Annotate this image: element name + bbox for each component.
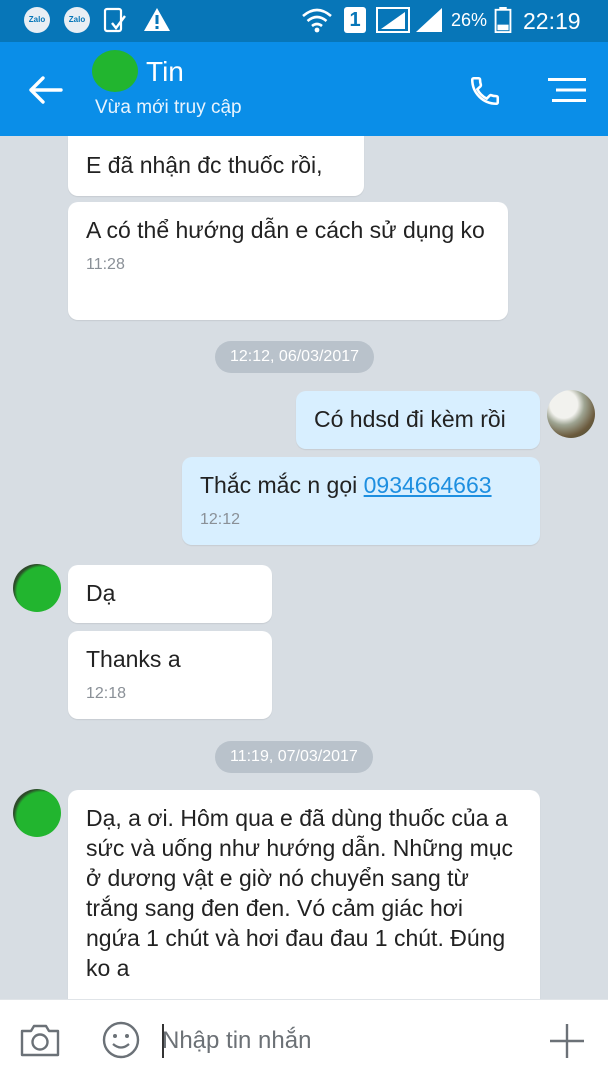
presence-status: Vừa mới truy cập [95, 97, 242, 118]
battery-percent: 26% [451, 10, 488, 30]
date-divider: 11:19, 07/03/2017 [215, 741, 373, 773]
message-text: Có hdsd đi kèm rồi [314, 406, 506, 432]
message-time: 11:28 [86, 256, 125, 273]
message-text: A có thể hướng dẫn e cách sử dụng ko [86, 217, 485, 243]
message-text: Thanks a [86, 646, 181, 672]
back-arrow-icon[interactable] [27, 75, 63, 105]
outgoing-message-bubble[interactable]: Thắc mắc n gọi 0934664663 12:12 [182, 457, 540, 545]
wifi-icon [302, 8, 332, 33]
contact-name[interactable]: Tin [146, 56, 184, 88]
signal-strength-icon [416, 8, 442, 32]
camera-icon[interactable] [19, 1022, 61, 1058]
phone-icon[interactable] [468, 74, 502, 108]
message-input[interactable]: Nhập tin nhắn [162, 1027, 311, 1055]
message-time: 12:12 [200, 511, 241, 528]
message-text: Dạ, a ơi. Hôm qua e đã dùng thuốc của a … [86, 805, 514, 981]
my-avatar[interactable] [547, 390, 595, 438]
contact-avatar[interactable] [13, 789, 61, 837]
message-composer: Nhập tin nhắn [0, 999, 608, 1080]
zalo-notification-icon: Zalo [24, 7, 50, 33]
incoming-message-bubble[interactable]: Thanks a 12:18 [68, 631, 272, 719]
message-text: E đã nhận đc thuốc rồi, [86, 152, 323, 178]
emoji-icon[interactable] [101, 1020, 141, 1060]
phone-number-link[interactable]: 0934664663 [364, 472, 492, 498]
date-divider: 12:12, 06/03/2017 [215, 341, 375, 373]
incoming-message-bubble[interactable]: Dạ [68, 565, 272, 623]
menu-icon[interactable] [548, 76, 586, 104]
battery-icon [494, 7, 512, 33]
clock: 22:19 [523, 8, 581, 34]
incoming-message-bubble[interactable]: A có thể hướng dẫn e cách sử dụng ko 11:… [68, 202, 508, 320]
clipboard-check-icon [103, 7, 126, 33]
incoming-message-bubble[interactable]: Dạ, a ơi. Hôm qua e đã dùng thuốc của a … [68, 790, 540, 999]
message-text: Dạ [86, 580, 116, 606]
status-bar: Zalo Zalo 1 26% 22:19 [0, 0, 608, 42]
incoming-message-bubble[interactable]: E đã nhận đc thuốc rồi, [68, 136, 364, 196]
sim-slot-icon: 1 [344, 7, 366, 33]
plus-icon[interactable] [548, 1022, 586, 1060]
message-time: 12:18 [86, 685, 127, 702]
zalo-notification-icon: Zalo [64, 7, 90, 33]
warning-icon [144, 8, 170, 31]
message-list[interactable]: E đã nhận đc thuốc rồi, A có thể hướng d… [0, 136, 608, 999]
chat-header: Tin Vừa mới truy cập [0, 42, 608, 136]
contact-avatar[interactable] [92, 50, 138, 92]
message-text: Thắc mắc n gọi [200, 472, 364, 498]
outgoing-message-bubble[interactable]: Có hdsd đi kèm rồi [296, 391, 540, 449]
signal-icon [376, 7, 410, 33]
contact-avatar[interactable] [13, 564, 61, 612]
